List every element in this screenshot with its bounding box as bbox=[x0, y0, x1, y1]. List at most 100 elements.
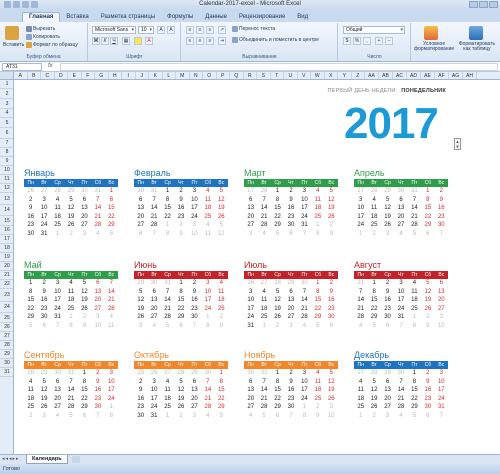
day-cell[interactable]: 25 bbox=[367, 221, 380, 230]
day-cell[interactable]: 1 bbox=[78, 369, 91, 378]
day-cell[interactable]: 6 bbox=[134, 196, 147, 205]
day-cell[interactable]: 30 bbox=[394, 187, 407, 196]
underline-button[interactable]: Ч bbox=[110, 37, 118, 45]
day-cell[interactable]: 7 bbox=[394, 322, 407, 331]
day-cell[interactable]: 15 bbox=[271, 386, 284, 395]
day-cell[interactable]: 28 bbox=[271, 279, 284, 288]
day-cell[interactable]: 8 bbox=[105, 196, 118, 205]
day-cell[interactable]: 2 bbox=[381, 279, 394, 288]
day-cell[interactable]: 3 bbox=[201, 279, 214, 288]
day-cell[interactable]: 8 bbox=[408, 322, 421, 331]
day-cell[interactable]: 14 bbox=[161, 296, 174, 305]
day-cell[interactable]: 19 bbox=[174, 395, 187, 404]
day-cell[interactable]: 7 bbox=[147, 230, 160, 239]
row-header[interactable]: 8 bbox=[0, 148, 13, 157]
day-cell[interactable]: 31 bbox=[244, 322, 257, 331]
minimize-button[interactable] bbox=[469, 1, 478, 8]
day-cell[interactable]: 19 bbox=[215, 204, 228, 213]
day-cell[interactable]: 3 bbox=[244, 288, 257, 297]
day-cell[interactable]: 15 bbox=[408, 386, 421, 395]
column-header[interactable]: C bbox=[41, 72, 55, 79]
day-cell[interactable]: 8 bbox=[161, 230, 174, 239]
day-cell[interactable]: 30 bbox=[78, 187, 91, 196]
day-cell[interactable]: 28 bbox=[367, 369, 380, 378]
day-cell[interactable]: 6 bbox=[284, 230, 297, 239]
day-cell[interactable]: 19 bbox=[367, 395, 380, 404]
day-cell[interactable]: 21 bbox=[91, 213, 104, 222]
day-cell[interactable]: 22 bbox=[161, 213, 174, 222]
day-cell[interactable]: 7 bbox=[408, 196, 421, 205]
day-cell[interactable]: 12 bbox=[37, 386, 50, 395]
day-cell[interactable]: 6 bbox=[381, 322, 394, 331]
day-cell[interactable]: 18 bbox=[201, 204, 214, 213]
day-cell[interactable]: 19 bbox=[37, 395, 50, 404]
day-cell[interactable]: 1 bbox=[367, 279, 380, 288]
column-header[interactable]: B bbox=[28, 72, 41, 79]
day-cell[interactable]: 14 bbox=[257, 386, 270, 395]
day-cell[interactable]: 8 bbox=[24, 288, 37, 297]
day-cell[interactable]: 3 bbox=[78, 230, 91, 239]
row-header[interactable]: 28 bbox=[0, 341, 13, 350]
day-cell[interactable]: 18 bbox=[257, 305, 270, 314]
day-cell[interactable]: 20 bbox=[188, 395, 201, 404]
day-cell[interactable]: 24 bbox=[188, 213, 201, 222]
day-cell[interactable]: 7 bbox=[161, 288, 174, 297]
day-cell[interactable]: 8 bbox=[298, 412, 311, 421]
day-cell[interactable]: 29 bbox=[381, 369, 394, 378]
day-cell[interactable]: 29 bbox=[188, 369, 201, 378]
day-cell[interactable]: 15 bbox=[105, 204, 118, 213]
day-cell[interactable]: 29 bbox=[105, 221, 118, 230]
column-header[interactable]: AG bbox=[449, 72, 463, 79]
day-cell[interactable]: 6 bbox=[147, 288, 160, 297]
day-cell[interactable]: 7 bbox=[105, 279, 118, 288]
day-cell[interactable]: 5 bbox=[271, 288, 284, 297]
day-cell[interactable]: 3 bbox=[435, 369, 448, 378]
column-header[interactable]: AF bbox=[435, 72, 449, 79]
day-cell[interactable]: 5 bbox=[325, 369, 338, 378]
day-cell[interactable]: 13 bbox=[78, 204, 91, 213]
day-cell[interactable]: 9 bbox=[91, 378, 104, 387]
day-cell[interactable]: 6 bbox=[381, 378, 394, 387]
day-cell[interactable]: 5 bbox=[174, 378, 187, 387]
day-cell[interactable]: 12 bbox=[421, 288, 434, 297]
align-center-icon[interactable]: ≡ bbox=[196, 37, 204, 45]
day-cell[interactable]: 15 bbox=[24, 296, 37, 305]
day-cell[interactable]: 7 bbox=[435, 412, 448, 421]
day-cell[interactable]: 1 bbox=[408, 313, 421, 322]
day-cell[interactable]: 1 bbox=[201, 313, 214, 322]
day-cell[interactable]: 27 bbox=[435, 305, 448, 314]
day-cell[interactable]: 14 bbox=[394, 386, 407, 395]
day-cell[interactable]: 2 bbox=[271, 322, 284, 331]
day-cell[interactable]: 27 bbox=[354, 187, 367, 196]
day-cell[interactable]: 30 bbox=[24, 230, 37, 239]
cut-button[interactable]: Вырезать bbox=[26, 26, 55, 32]
day-cell[interactable]: 3 bbox=[91, 313, 104, 322]
day-cell[interactable]: 20 bbox=[394, 213, 407, 222]
day-cell[interactable]: 25 bbox=[51, 221, 64, 230]
day-cell[interactable]: 8 bbox=[421, 196, 434, 205]
day-cell[interactable]: 10 bbox=[435, 322, 448, 331]
day-cell[interactable]: 2 bbox=[91, 369, 104, 378]
day-cell[interactable]: 17 bbox=[37, 213, 50, 222]
day-cell[interactable]: 28 bbox=[24, 369, 37, 378]
first-day-value[interactable]: ПОНЕДЕЛЬНИК bbox=[401, 88, 446, 94]
day-cell[interactable]: 30 bbox=[51, 369, 64, 378]
day-cell[interactable]: 1 bbox=[51, 230, 64, 239]
day-cell[interactable]: 23 bbox=[24, 221, 37, 230]
day-cell[interactable]: 1 bbox=[298, 403, 311, 412]
day-cell[interactable]: 29 bbox=[134, 279, 147, 288]
row-header[interactable]: 31 bbox=[0, 368, 13, 377]
day-cell[interactable]: 5 bbox=[421, 279, 434, 288]
day-cell[interactable]: 31 bbox=[91, 187, 104, 196]
day-cell[interactable]: 9 bbox=[134, 386, 147, 395]
day-cell[interactable]: 1 bbox=[174, 279, 187, 288]
day-cell[interactable]: 6 bbox=[134, 230, 147, 239]
day-cell[interactable]: 30 bbox=[284, 403, 297, 412]
orientation-icon[interactable]: ↗ bbox=[218, 26, 226, 34]
day-cell[interactable]: 2 bbox=[325, 221, 338, 230]
close-button[interactable] bbox=[489, 1, 498, 8]
align-right-icon[interactable]: ≡ bbox=[206, 37, 214, 45]
day-cell[interactable]: 2 bbox=[284, 369, 297, 378]
row-header[interactable]: 13 bbox=[0, 193, 13, 205]
day-cell[interactable]: 30 bbox=[394, 369, 407, 378]
